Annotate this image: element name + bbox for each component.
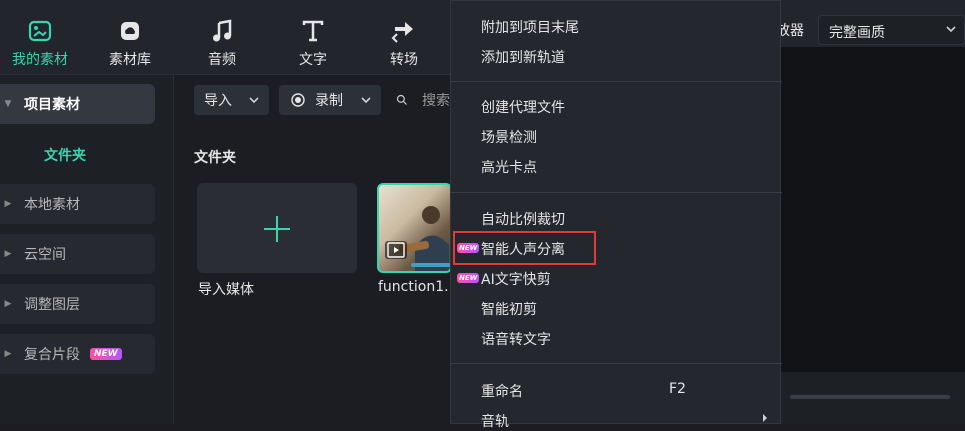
- cloud-library-icon: [121, 22, 139, 40]
- context-menu: 附加到项目末尾 添加到新轨道 创建代理文件 场景检测 高光卡点 自动比例裁切 N…: [450, 0, 782, 430]
- video-filename: function1.: [378, 279, 449, 295]
- chevron-down-icon: [249, 97, 259, 104]
- preview-panel: [781, 47, 965, 424]
- menu-item-smart-trim[interactable]: 智能初剪: [481, 299, 537, 319]
- video-preview-image: [399, 206, 449, 271]
- search-icon: [396, 94, 407, 105]
- menu-item-audio-track[interactable]: 音轨: [481, 411, 509, 431]
- sidebar-item-cloud[interactable]: ▶ 云空间: [0, 234, 155, 274]
- new-badge: NEW: [457, 273, 480, 283]
- caret-right-icon: ▶: [4, 349, 12, 359]
- menu-item-append-to-end[interactable]: 附加到项目末尾: [481, 17, 579, 37]
- sidebar-item-adjustment-layer[interactable]: ▶ 调整图层: [0, 284, 155, 324]
- tab-audio-label: 音频: [208, 52, 236, 68]
- menu-item-scene-detection[interactable]: 场景检测: [481, 127, 537, 147]
- menu-item-add-to-new-track[interactable]: 添加到新轨道: [481, 47, 565, 67]
- tab-my-media-label: 我的素材: [12, 52, 68, 68]
- sidebar-item-project-media[interactable]: ▼ 项目素材: [0, 84, 155, 124]
- rename-shortcut: F2: [669, 381, 686, 397]
- import-media-label: 导入媒体: [198, 282, 254, 298]
- preview-scrollbar[interactable]: [790, 395, 950, 399]
- quality-dropdown[interactable]: 完整画质: [818, 15, 965, 45]
- menu-divider: [451, 81, 782, 82]
- caret-down-icon: ▼: [4, 99, 12, 109]
- tab-library[interactable]: 素材库: [90, 0, 170, 74]
- media-panel: 导入 录制 搜索 文件夹 导入媒体 function1.: [174, 75, 452, 424]
- menu-item-ai-text-edit[interactable]: AI文字快剪: [481, 269, 551, 289]
- quality-value: 完整画质: [829, 25, 885, 41]
- folder-media-icon: [28, 20, 52, 42]
- chevron-right-icon: [763, 414, 767, 422]
- sidebar-item-label: 项目素材: [24, 97, 80, 113]
- tab-text-label: 文字: [299, 52, 327, 68]
- media-sidebar: ▼ 项目素材 文件夹 ▶ 本地素材 ▶ 云空间 ▶ 调整图层 ▶ 复合片段 NE…: [0, 75, 174, 424]
- caret-right-icon: ▶: [4, 199, 12, 209]
- search-placeholder: 搜索: [422, 93, 450, 109]
- plus-icon: [264, 216, 290, 242]
- import-label: 导入: [204, 93, 232, 109]
- tab-transition-label: 转场: [390, 52, 418, 68]
- sidebar-item-local-media[interactable]: ▶ 本地素材: [0, 184, 155, 224]
- caret-right-icon: ▶: [4, 299, 12, 309]
- tab-audio[interactable]: 音频: [182, 0, 262, 74]
- menu-item-beat-highlight[interactable]: 高光卡点: [481, 157, 537, 177]
- menu-divider: [451, 363, 782, 364]
- audio-wave-strip: [411, 263, 450, 267]
- music-note-icon: [213, 19, 232, 42]
- video-clip-icon: [385, 241, 407, 259]
- menu-item-rename[interactable]: 重命名: [481, 381, 523, 401]
- record-icon: [291, 93, 305, 107]
- folder-section-title: 文件夹: [194, 150, 236, 166]
- sidebar-item-label: 本地素材: [24, 197, 80, 213]
- tab-my-media[interactable]: 我的素材: [0, 0, 80, 74]
- tab-text[interactable]: 文字: [273, 0, 353, 74]
- tab-transition[interactable]: 转场: [364, 0, 444, 74]
- search-input[interactable]: 搜索: [396, 85, 450, 115]
- menu-item-auto-reframe[interactable]: 自动比例裁切: [481, 209, 565, 229]
- sidebar-item-folder[interactable]: 文件夹: [44, 145, 86, 165]
- transition-icon: [391, 22, 413, 43]
- highlight-box: [453, 231, 596, 265]
- caret-right-icon: ▶: [4, 249, 12, 259]
- sidebar-item-label: 复合片段: [24, 347, 80, 363]
- chevron-down-icon: [361, 97, 371, 104]
- import-dropdown[interactable]: 导入: [194, 85, 269, 115]
- chevron-down-icon: [946, 26, 956, 33]
- sidebar-item-label: 云空间: [24, 247, 66, 263]
- import-media-tile[interactable]: [197, 183, 357, 273]
- record-label: 录制: [315, 93, 343, 109]
- video-thumbnail[interactable]: [377, 183, 452, 273]
- menu-item-create-proxy[interactable]: 创建代理文件: [481, 97, 565, 117]
- tab-library-label: 素材库: [109, 52, 151, 68]
- text-t-icon: [302, 20, 324, 42]
- sidebar-item-label: 调整图层: [24, 297, 80, 313]
- menu-divider: [451, 192, 782, 193]
- new-badge: NEW: [90, 348, 122, 360]
- record-dropdown[interactable]: 录制: [279, 85, 381, 115]
- sidebar-item-compound-clip[interactable]: ▶ 复合片段 NEW: [0, 334, 155, 374]
- menu-item-speech-to-text[interactable]: 语音转文字: [481, 329, 551, 349]
